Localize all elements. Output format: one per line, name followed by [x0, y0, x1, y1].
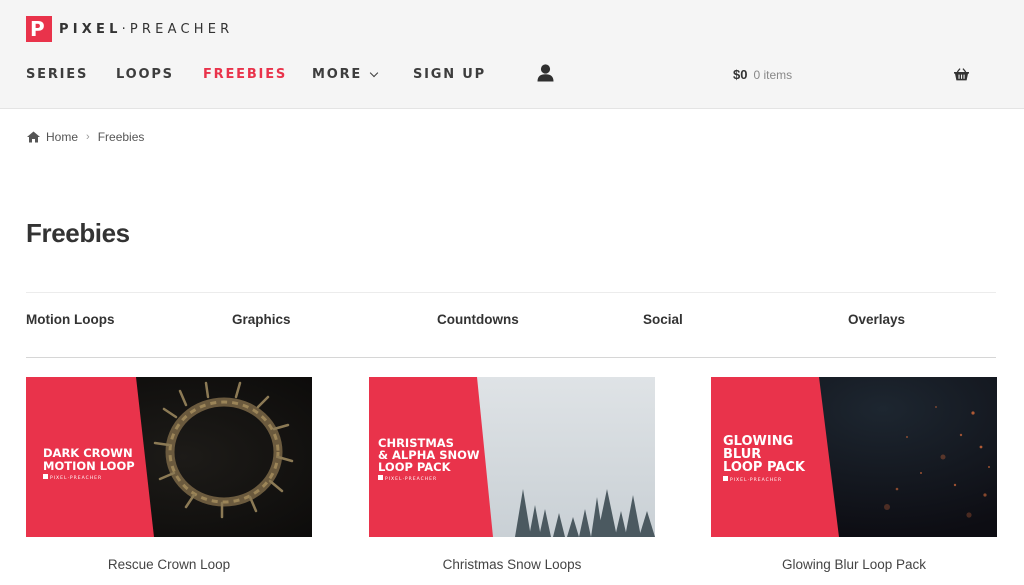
cart-summary[interactable]: $0 0 items — [733, 67, 792, 83]
nav-sign-up[interactable]: SIGN UP — [413, 68, 486, 82]
category-overlays[interactable]: Overlays — [848, 312, 905, 328]
site-logo[interactable]: P PIXEL·PREACHER — [26, 16, 233, 42]
user-account-icon[interactable] — [537, 64, 554, 82]
cart-item-count: 0 items — [753, 68, 793, 82]
nav-freebies[interactable]: FREEBIES — [203, 68, 287, 82]
cart-amount: $0 — [733, 67, 748, 82]
category-divider-top — [26, 292, 996, 293]
thumb-brand: PIXEL·PREACHER — [385, 476, 437, 482]
product-title[interactable]: Christmas Snow Loops — [369, 557, 655, 573]
category-graphics[interactable]: Graphics — [232, 312, 291, 328]
breadcrumb-home[interactable]: Home — [46, 130, 78, 144]
nav-loops[interactable]: LOOPS — [116, 68, 174, 82]
breadcrumb-current: Freebies — [97, 130, 145, 144]
product-thumbnail-glowing-blur[interactable]: GLOWING BLUR LOOP PACK PIXEL·PREACHER — [711, 377, 997, 537]
thumb-text-line: LOOP PACK — [378, 460, 452, 474]
breadcrumb: Home › Freebies — [27, 130, 144, 144]
category-countdowns[interactable]: Countdowns — [437, 312, 519, 328]
thumb-text-line: MOTION LOOP — [43, 459, 135, 473]
thumb-text-line: DARK CROWN — [43, 446, 133, 460]
logo-wordmark: PIXEL·PREACHER — [59, 22, 233, 37]
thumb-brand: PIXEL·PREACHER — [730, 477, 782, 483]
logo-mark-icon: P — [26, 16, 52, 42]
logo-mark-letter: P — [30, 17, 45, 41]
product-thumbnail-christmas-snow[interactable]: CHRISTMAS & ALPHA SNOW LOOP PACK PIXEL·P… — [369, 377, 655, 537]
chevron-down-icon[interactable] — [369, 68, 379, 78]
thumb-text-line: LOOP PACK — [723, 460, 806, 475]
site-header: P PIXEL·PREACHER SERIES LOOPS FREEBIES M… — [0, 0, 1024, 109]
category-social[interactable]: Social — [643, 312, 683, 328]
home-icon — [27, 131, 40, 143]
breadcrumb-separator-icon: › — [86, 131, 90, 143]
logo-text-rest: ·PREACHER — [121, 21, 234, 37]
product-title[interactable]: Glowing Blur Loop Pack — [711, 557, 997, 573]
category-motion-loops[interactable]: Motion Loops — [26, 312, 114, 328]
product-thumbnail-rescue-crown[interactable]: DARK CROWN MOTION LOOP PIXEL·PREACHER — [26, 377, 312, 537]
logo-text-bold: PIXEL — [59, 21, 122, 37]
page-title: Freebies — [26, 218, 130, 248]
product-title[interactable]: Rescue Crown Loop — [26, 557, 312, 573]
nav-series[interactable]: SERIES — [26, 68, 88, 82]
category-divider-bottom — [26, 357, 996, 358]
thumb-brand: PIXEL·PREACHER — [50, 475, 102, 481]
basket-icon[interactable] — [954, 68, 969, 81]
nav-more[interactable]: MORE — [312, 68, 362, 82]
